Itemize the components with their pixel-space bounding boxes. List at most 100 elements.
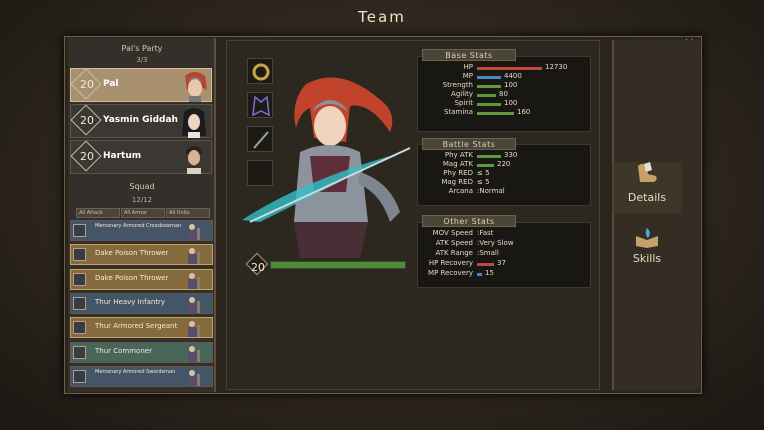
squad-unit-row[interactable]: Mercenary Armored Crossbowman bbox=[70, 220, 213, 241]
stat-label: MP Recovery bbox=[428, 269, 473, 277]
skills-tab[interactable]: Skills bbox=[612, 252, 682, 265]
party-member-pal[interactable]: 20 Pal bbox=[70, 68, 212, 102]
stat-label: ATK Speed bbox=[435, 239, 473, 247]
stat-bar bbox=[477, 67, 542, 70]
party-member-yasmin[interactable]: 20 Yasmin Giddah bbox=[70, 104, 212, 138]
squad-unit-row[interactable]: Thur Armored Sergeant bbox=[70, 317, 213, 339]
member-name: Yasmin Giddah bbox=[103, 115, 178, 125]
stat-label: ATK Range bbox=[435, 249, 473, 257]
party-count: 3/3 bbox=[136, 56, 148, 64]
squad-title: Squad bbox=[129, 182, 155, 191]
unit-type-icon bbox=[73, 369, 86, 383]
squad-unit-row[interactable]: Thur Heavy Infantry bbox=[70, 292, 213, 314]
stat-label: Mag ATK bbox=[442, 160, 473, 168]
unit-sprite-icon bbox=[188, 248, 200, 265]
stat-value: 4400 bbox=[504, 72, 522, 80]
stat-value: :Fast bbox=[477, 229, 494, 237]
stat-bar bbox=[477, 155, 501, 158]
unit-name: Dake Poison Thrower bbox=[95, 249, 169, 258]
other-stats-title: Other Stats bbox=[422, 215, 516, 227]
party-member-hartum[interactable]: 20 Hartum bbox=[70, 140, 212, 174]
stat-value: 160 bbox=[517, 108, 531, 116]
details-label: Details bbox=[627, 191, 667, 204]
stat-label: Stamina bbox=[444, 108, 473, 116]
unit-type-icon bbox=[73, 248, 86, 262]
stat-label: MOV Speed bbox=[432, 229, 473, 237]
unit-sprite-icon bbox=[188, 369, 200, 386]
filter-units-dropdown[interactable]: All Units bbox=[166, 208, 210, 218]
squad-count: 12/12 bbox=[131, 196, 153, 204]
unit-sprite-icon bbox=[188, 272, 200, 289]
squad-unit-row[interactable]: Thur Commoner bbox=[70, 341, 213, 363]
stat-value: 330 bbox=[504, 151, 518, 159]
unit-name: Thur Armored Sergeant bbox=[95, 322, 178, 331]
hero-portrait bbox=[242, 77, 411, 258]
squad-unit-row[interactable]: Dake Poison Thrower bbox=[70, 244, 213, 266]
unit-name: Thur Heavy Infantry bbox=[95, 297, 166, 306]
stat-bar bbox=[477, 76, 501, 79]
stat-label: HP bbox=[463, 63, 474, 71]
unit-name: Mercenary Armored Swordsman bbox=[95, 368, 176, 375]
stat-label: Phy ATK bbox=[444, 151, 473, 159]
hartum-portrait-icon bbox=[186, 146, 202, 174]
stat-value: ≤ 5 bbox=[477, 178, 490, 186]
screen-title: Team bbox=[358, 8, 406, 26]
boots-icon bbox=[638, 162, 657, 182]
skills-book-icon bbox=[636, 228, 658, 248]
nav-panel bbox=[612, 40, 700, 390]
unit-name: Dake Poison Thrower bbox=[95, 273, 169, 282]
hero-exp-bar bbox=[270, 261, 406, 269]
stat-bar bbox=[477, 94, 496, 97]
stat-label: Agility bbox=[451, 90, 473, 98]
member-level: 20 bbox=[80, 114, 94, 127]
unit-sprite-icon bbox=[188, 345, 200, 362]
stat-bar bbox=[477, 103, 501, 106]
stat-label: Mag RED bbox=[441, 178, 473, 186]
hero-level: 20 bbox=[251, 261, 265, 274]
member-level: 20 bbox=[80, 78, 94, 91]
unit-type-icon bbox=[73, 345, 86, 359]
stat-value: 100 bbox=[504, 99, 518, 107]
unit-type-icon bbox=[73, 296, 86, 310]
unit-name: Mercenary Armored Crossbowman bbox=[95, 223, 182, 229]
party-title: Pal's Party bbox=[121, 44, 163, 53]
stat-value: 12730 bbox=[545, 63, 568, 71]
unit-sprite-icon bbox=[188, 296, 200, 313]
stat-bar bbox=[477, 112, 514, 115]
filter-attack-dropdown[interactable]: All Attack bbox=[76, 208, 120, 218]
battle-stats-title: Battle Stats bbox=[422, 138, 516, 150]
stat-label: Strength bbox=[442, 81, 473, 89]
stat-value: 80 bbox=[499, 90, 508, 98]
stat-bar bbox=[477, 273, 482, 276]
stat-label: Phy RED bbox=[443, 169, 473, 177]
stat-bar bbox=[477, 263, 494, 266]
stat-value: 15 bbox=[485, 269, 494, 277]
stat-label: HP Recovery bbox=[428, 259, 473, 267]
squad-unit-row[interactable]: Dake Poison Thrower bbox=[70, 268, 213, 290]
member-name: Pal bbox=[103, 79, 119, 89]
stat-value: 220 bbox=[497, 160, 511, 168]
member-name: Hartum bbox=[103, 151, 142, 161]
stat-value: 100 bbox=[504, 81, 518, 89]
stat-value: ≤ 5 bbox=[477, 169, 490, 177]
filter-armor-dropdown[interactable]: All Armor bbox=[121, 208, 165, 218]
base-stats-title: Base Stats bbox=[422, 49, 516, 61]
unit-type-icon bbox=[73, 272, 86, 286]
stat-label: Spirit bbox=[454, 99, 473, 107]
stat-label: Arcana bbox=[448, 187, 473, 195]
stat-value: :Very Slow bbox=[477, 239, 514, 247]
stat-value: :Normal bbox=[477, 187, 505, 195]
member-level: 20 bbox=[80, 150, 94, 163]
squad-unit-row[interactable]: Mercenary Armored Swordsman bbox=[70, 365, 213, 387]
unit-type-icon bbox=[73, 224, 86, 237]
stat-bar bbox=[477, 85, 501, 88]
unit-sprite-icon bbox=[188, 321, 200, 338]
unit-sprite-icon bbox=[188, 224, 200, 240]
stat-value: :Small bbox=[477, 249, 499, 257]
stat-value: 37 bbox=[497, 259, 506, 267]
unit-type-icon bbox=[73, 321, 86, 335]
unit-name: Thur Commoner bbox=[95, 346, 152, 355]
pal-portrait-icon bbox=[185, 72, 207, 102]
stat-label: MP bbox=[462, 72, 473, 80]
stat-bar bbox=[477, 164, 494, 167]
